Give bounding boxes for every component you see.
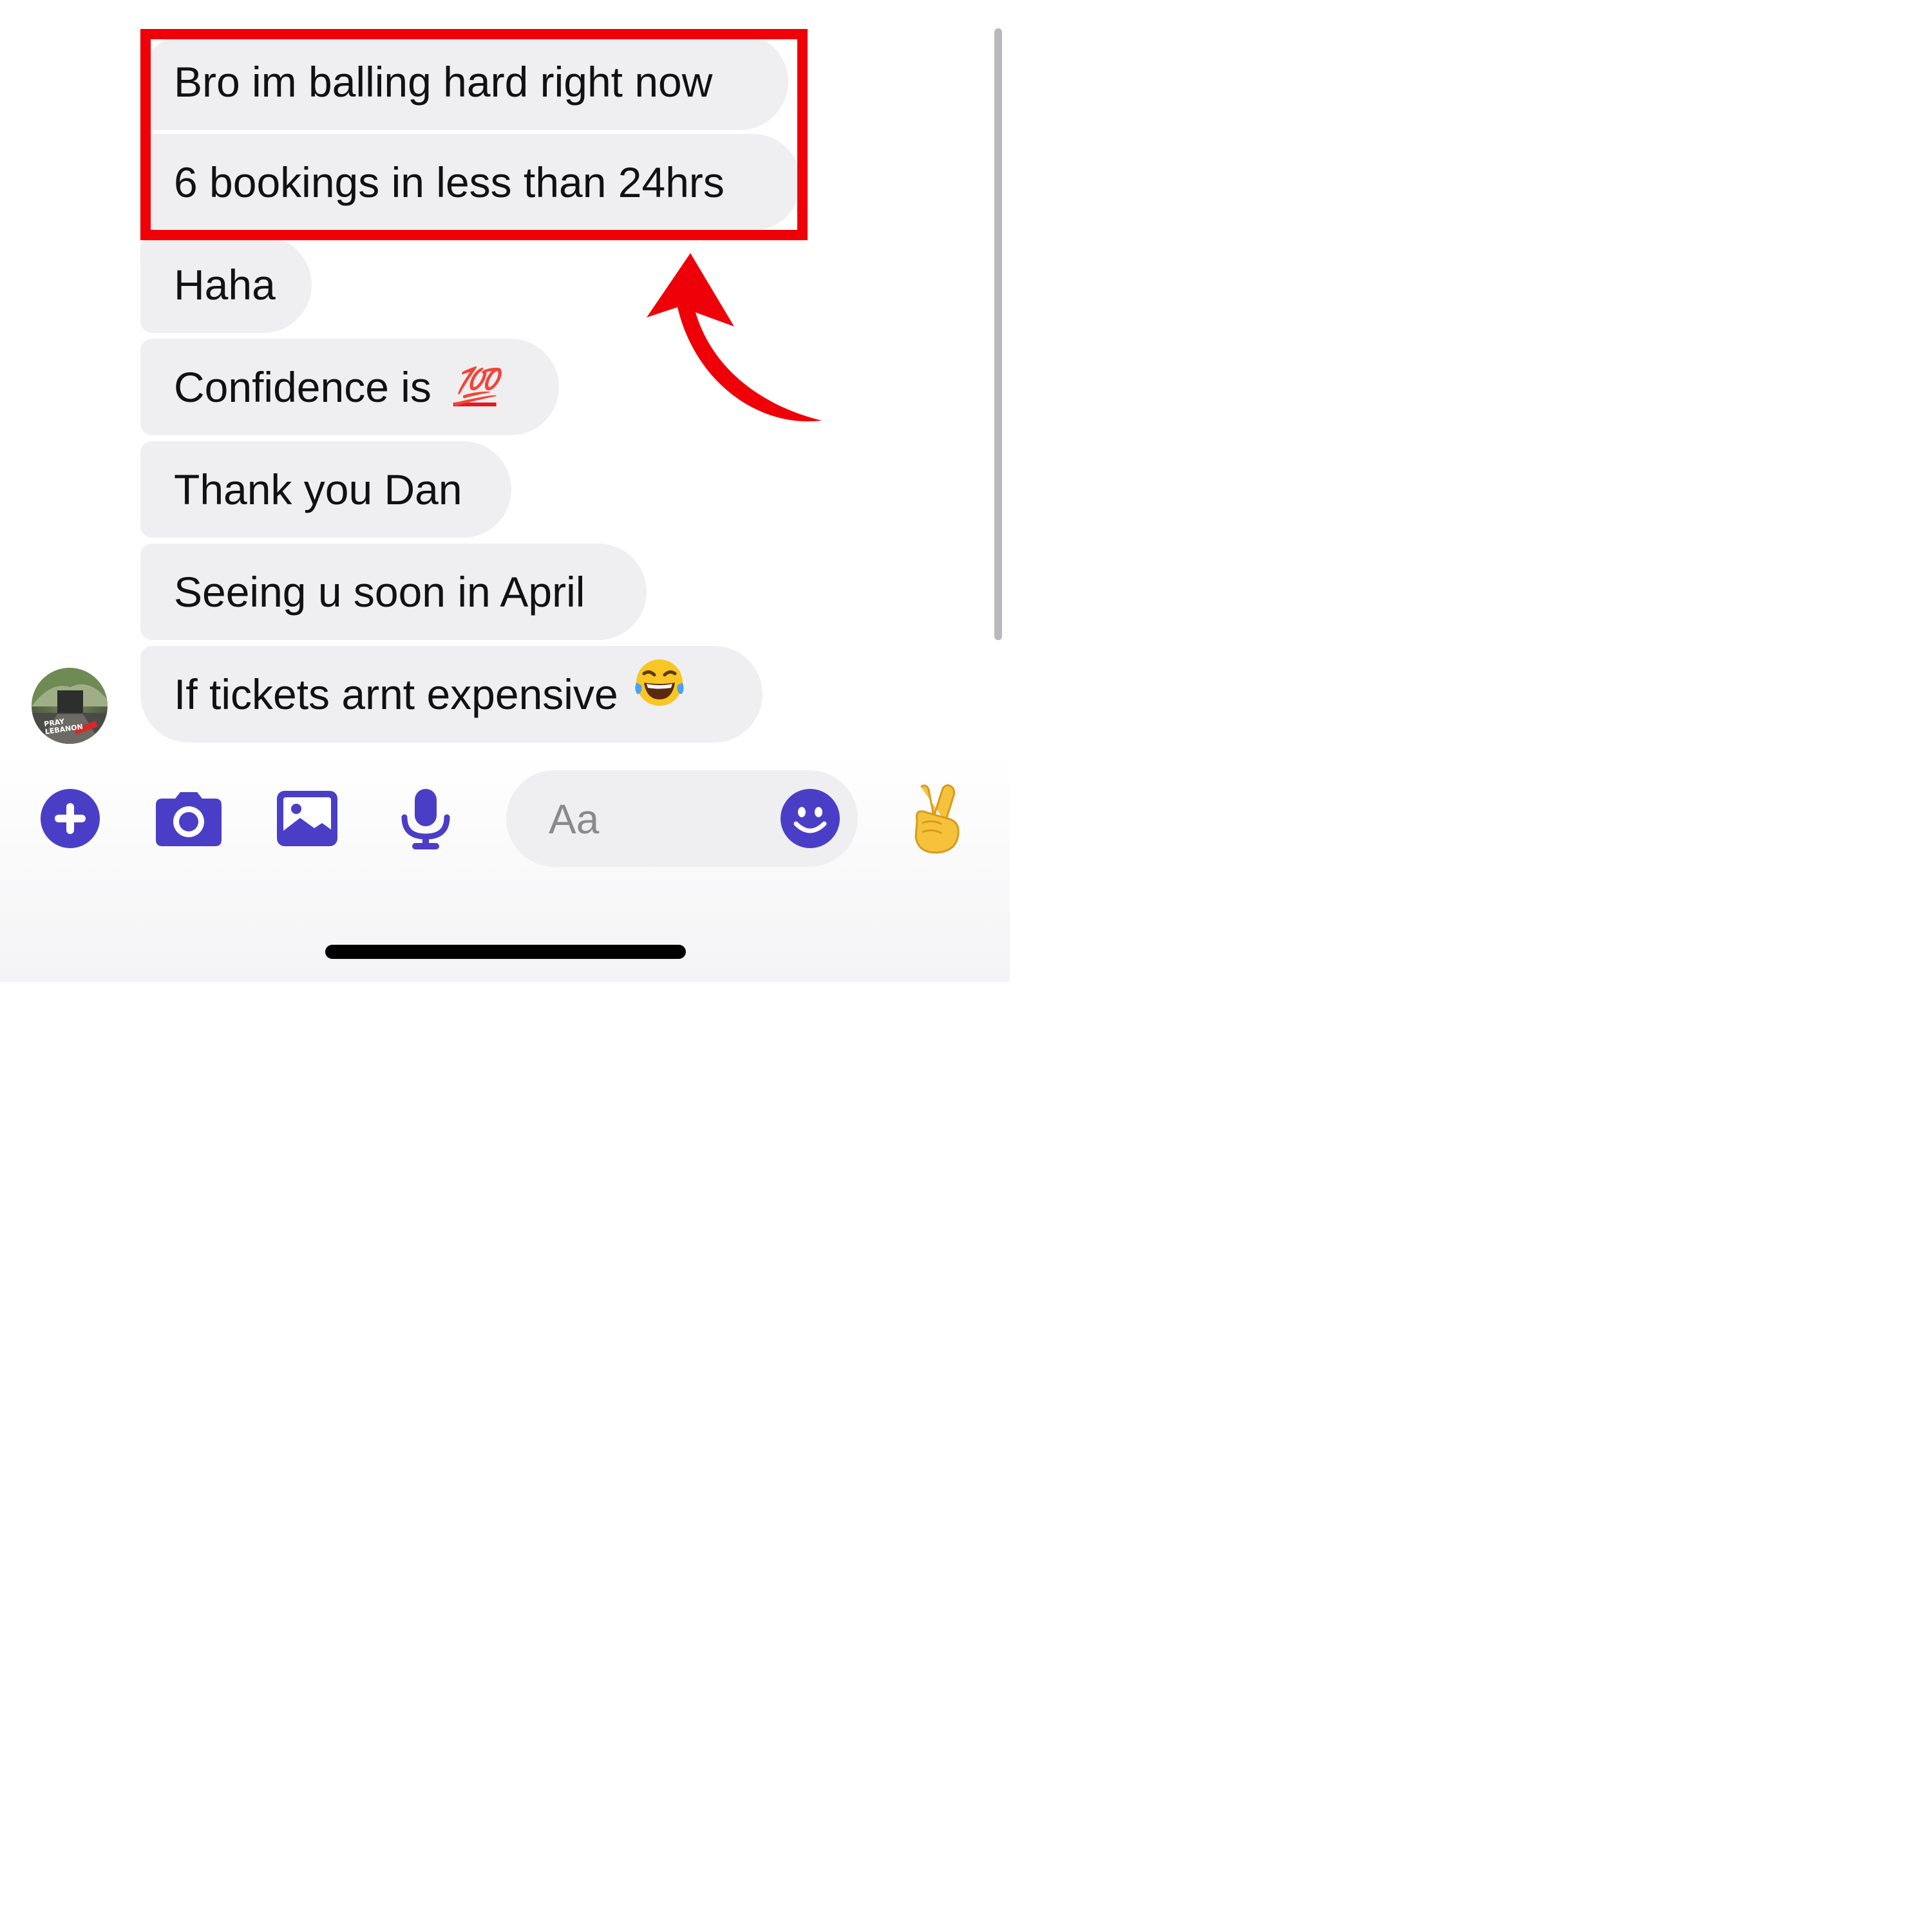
plus-icon[interactable] [41,789,100,848]
message-text: Seeing u soon in April [174,568,585,616]
message-bubble[interactable]: Thank you Dan [140,441,511,538]
laughing-tears-icon [635,659,684,706]
image-icon[interactable] [277,791,337,846]
message-bubble[interactable]: Confidence is 💯 [140,339,559,435]
microphone-icon[interactable] [401,789,451,849]
highlight-box [140,29,808,240]
avatar[interactable]: PRAY LEBANON [32,668,108,744]
message-text: Thank you Dan [174,466,462,513]
message-input[interactable] [547,770,782,868]
message-text: Haha [174,261,276,308]
message-bubble[interactable]: Haha [140,236,312,333]
message-text: If tickets arnt expensive [174,670,618,718]
camera-icon[interactable] [156,792,222,846]
scrollbar[interactable] [994,28,1002,640]
curved-arrow-icon [647,253,822,422]
message-bubble[interactable]: If tickets arnt expensive [140,646,762,743]
home-indicator[interactable] [325,945,686,959]
hundred-points-emoji: 💯 [453,367,498,407]
laughing-tears-emoji [632,646,687,743]
message-composer[interactable] [506,770,858,868]
emoji-icon[interactable] [781,789,840,848]
message-text: Confidence is [174,363,431,411]
victory-hand-icon[interactable] [908,782,966,854]
message-bubble[interactable]: Seeing u soon in April [140,544,647,640]
